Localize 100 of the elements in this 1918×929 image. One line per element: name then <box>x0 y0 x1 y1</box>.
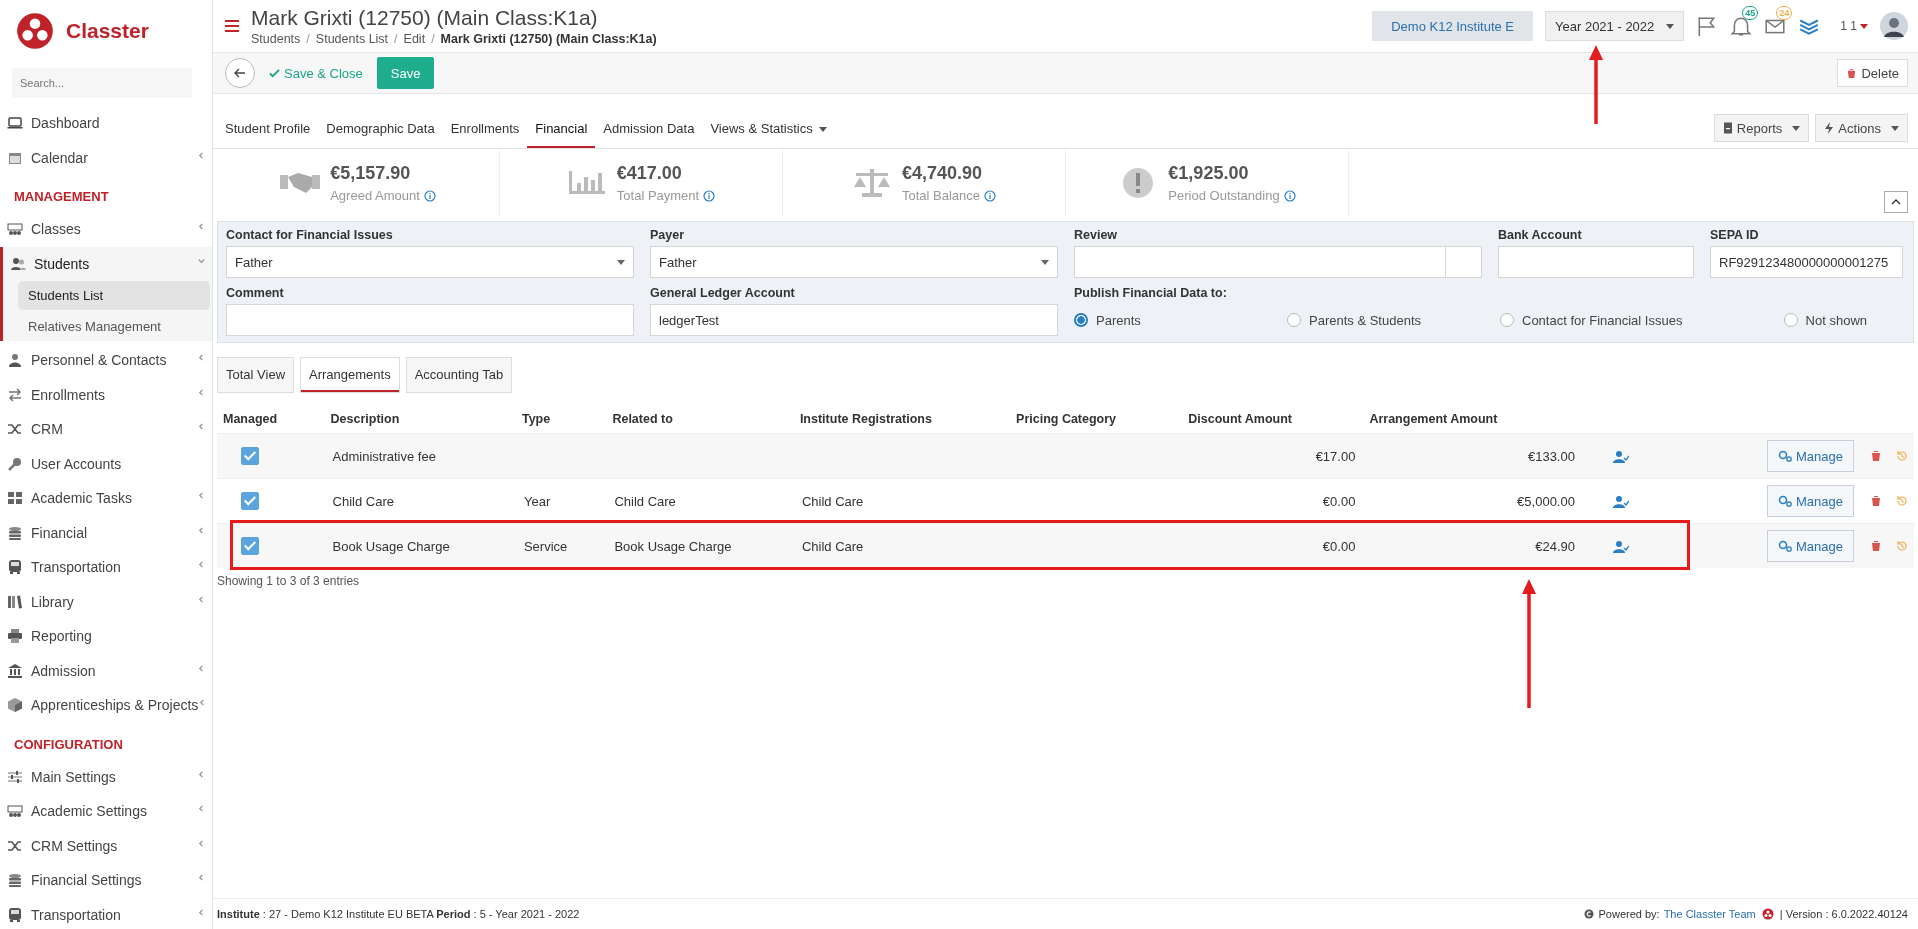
breadcrumb-link[interactable]: Students List <box>315 32 389 46</box>
users-icon <box>10 255 26 272</box>
footer-info: Institute : 27 - Demo K12 Institute EU BETA Period : 5 - Year 2021 - 2022 <box>217 908 580 920</box>
table-cell: €0.00 <box>1322 538 1356 554</box>
page-title: Mark Grixti (12750) (Main Class:K1a) <box>251 6 599 30</box>
amount-label: Agreed Amount <box>330 188 420 203</box>
sidebar-item[interactable]: User Accounts <box>0 446 212 481</box>
sidebar-item[interactable]: Reporting <box>0 619 212 654</box>
team-link[interactable]: The Classter Team <box>1663 908 1756 920</box>
trash-icon[interactable] <box>1870 495 1882 507</box>
search-field[interactable]: Search... <box>12 68 192 98</box>
column-header[interactable]: Institute Registrations <box>799 412 932 426</box>
amount-label: Period Outstanding <box>1168 188 1280 203</box>
sidebar-item[interactable]: Dashboard <box>0 106 212 141</box>
sidebar-item[interactable]: Financial Settings <box>0 863 212 898</box>
sidebar-item[interactable]: Library <box>0 584 212 619</box>
info-icon[interactable] <box>423 189 436 202</box>
tab[interactable]: Financial <box>527 112 596 148</box>
select-field[interactable]: Father <box>226 246 634 278</box>
institute-button[interactable]: Demo K12 Institute E <box>1372 11 1534 41</box>
user-check-icon[interactable] <box>1612 449 1629 464</box>
radio-button[interactable] <box>1287 313 1301 327</box>
actions-dropdown[interactable]: Actions <box>1815 114 1908 142</box>
table-cell: Administrative fee <box>332 448 436 464</box>
column-header[interactable]: Managed <box>223 412 278 426</box>
group-icon <box>7 803 23 820</box>
menu-icon[interactable] <box>225 20 239 32</box>
manage-button[interactable]: Manage <box>1767 440 1854 472</box>
radio-label: Not shown <box>1805 312 1867 328</box>
trash-icon[interactable] <box>1870 450 1882 462</box>
collapse-button[interactable] <box>1884 191 1908 213</box>
tab[interactable]: Demographic Data <box>318 112 443 148</box>
radio-button[interactable] <box>1074 313 1088 327</box>
tab[interactable]: Views & Statistics <box>702 112 835 148</box>
select-field[interactable]: Father <box>650 246 1058 278</box>
info-icon[interactable] <box>984 189 997 202</box>
delete-button[interactable]: Delete <box>1837 59 1908 87</box>
sidebar-item[interactable]: Transportation <box>0 550 212 585</box>
sidebar-item[interactable]: Transportation <box>0 897 212 929</box>
column-header[interactable]: Discount Amount <box>1188 412 1292 426</box>
submenu-item[interactable]: Relatives Management <box>18 312 210 341</box>
sidebar-item[interactable]: Admission <box>0 653 212 688</box>
sliders-icon <box>7 768 23 785</box>
reports-dropdown[interactable]: Reports <box>1713 114 1810 142</box>
sidebar-item[interactable]: Personnel & Contacts <box>0 343 212 378</box>
checkbox[interactable] <box>241 537 259 555</box>
manage-button[interactable]: Manage <box>1767 530 1854 562</box>
tab[interactable]: Arrangements <box>300 357 400 393</box>
sidebar-item[interactable]: Academic Tasks <box>0 481 212 516</box>
radio-button[interactable] <box>1500 313 1514 327</box>
sidebar-item[interactable]: Classes <box>0 212 212 247</box>
tab[interactable]: Accounting Tab <box>405 357 513 393</box>
column-header[interactable]: Type <box>521 412 551 426</box>
sidebar-item[interactable]: Main Settings <box>0 759 212 794</box>
breadcrumb-link[interactable]: Edit <box>403 32 426 46</box>
column-header[interactable]: Description <box>330 412 400 426</box>
bell-icon[interactable] <box>1730 15 1753 37</box>
sidebar-item[interactable]: CRM <box>0 412 212 447</box>
breadcrumb-link[interactable]: Students <box>251 32 301 46</box>
table-cell: €0.00 <box>1322 493 1356 509</box>
tab[interactable]: Admission Data <box>595 112 703 148</box>
copyright-icon <box>1584 909 1595 919</box>
info-icon[interactable] <box>703 189 716 202</box>
year-dropdown[interactable]: Year 2021 - 2022 <box>1545 11 1685 41</box>
tab[interactable]: Student Profile <box>217 112 319 148</box>
input-field[interactable] <box>1074 246 1446 278</box>
submenu-item[interactable]: Students List <box>18 281 210 310</box>
sidebar-item[interactable]: Students <box>3 246 212 281</box>
trash-icon[interactable] <box>1870 540 1882 552</box>
arrows-icon <box>7 386 23 403</box>
tab[interactable]: Enrollments <box>442 112 528 148</box>
sidebar-item[interactable]: Academic Settings <box>0 794 212 829</box>
input-field[interactable] <box>1498 246 1694 278</box>
user-menu[interactable]: 1 1 <box>1840 19 1857 33</box>
user-check-icon[interactable] <box>1612 494 1629 509</box>
input-field[interactable] <box>226 304 634 336</box>
input-addon[interactable] <box>1446 246 1482 278</box>
sidebar-item[interactable]: Enrollments <box>0 377 212 412</box>
column-header[interactable]: Related to <box>612 412 673 426</box>
manage-button[interactable]: Manage <box>1767 485 1854 517</box>
input-field[interactable]: ledgerTest <box>650 304 1058 336</box>
table-cell: €133.00 <box>1527 448 1575 464</box>
sidebar-item[interactable]: Apprenticeships & Projects <box>0 688 212 723</box>
avatar[interactable] <box>1880 12 1908 40</box>
info-icon[interactable] <box>1283 189 1296 202</box>
radio-button[interactable] <box>1783 313 1798 327</box>
sidebar-item[interactable]: Financial <box>0 515 212 550</box>
checkbox[interactable] <box>241 492 259 510</box>
input-field[interactable]: RF929123480000000001275 <box>1710 246 1903 278</box>
tab[interactable]: Total View <box>217 357 294 393</box>
checkbox[interactable] <box>241 447 259 465</box>
chevron-up-icon <box>1891 199 1901 205</box>
sidebar-item[interactable]: CRM Settings <box>0 828 212 863</box>
user-check-icon[interactable] <box>1612 539 1629 554</box>
back-button[interactable] <box>225 58 255 88</box>
books-icon <box>7 593 23 610</box>
column-header[interactable]: Arrangement Amount <box>1369 412 1498 426</box>
table-cell: Child Care <box>801 538 864 554</box>
column-header[interactable]: Pricing Category <box>1016 412 1117 426</box>
sidebar-item[interactable]: Calendar <box>0 140 212 175</box>
